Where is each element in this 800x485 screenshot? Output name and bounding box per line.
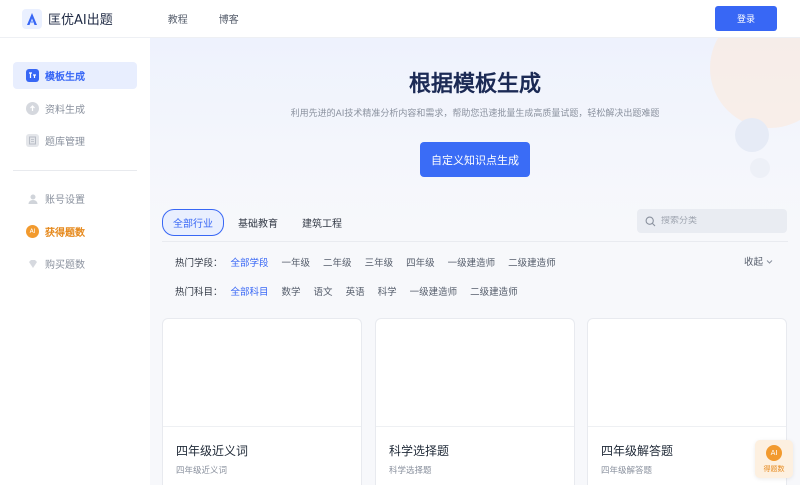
hero-banner: 根据模板生成 利用先进的AI技术精准分析内容和需求，帮助您迅速批量生成高质量试题… [150,38,800,228]
filter-option-stage[interactable]: 二级建造师 [508,255,556,269]
logo[interactable]: 匡优AI出题 [22,8,113,29]
ai-coin-icon: AI [766,444,782,461]
filter-option-subject[interactable]: 全部科目 [231,284,269,298]
search-box[interactable] [637,209,787,233]
sidebar-divider [13,170,137,171]
question-bank-icon [26,134,39,147]
main-content: 根据模板生成 利用先进的AI技术精准分析内容和需求，帮助您迅速批量生成高质量试题… [150,38,800,485]
float-label: 得题数 [763,464,785,473]
sidebar-item-label: 购买题数 [45,260,85,271]
search-icon [645,216,656,226]
decor-circle [750,158,770,178]
login-button[interactable]: 登录 [715,6,777,31]
filter-option-subject[interactable]: 科学 [378,284,397,298]
top-header: 匡优AI出题 教程 博客 登录 [0,0,800,38]
card-description: 四年级近义词 [176,466,228,476]
collapse-label: 收起 [744,257,764,268]
sidebar-item-question-bank[interactable]: 题库管理 [13,127,137,154]
industry-tabs: 全部行业 基础教育 建筑工程 [162,209,366,236]
sidebar-item-template-generate[interactable]: 模板生成 [13,62,137,89]
sidebar-item-label: 账号设置 [45,195,85,206]
sidebar-item-label: 获得题数 [45,228,85,239]
filter-option-stage[interactable]: 四年级 [406,255,435,269]
filter-divider [162,241,788,242]
card-title: 四年级近义词 [176,444,249,458]
top-nav: 教程 博客 [168,11,270,26]
get-questions-float-button[interactable]: AI 得题数 [755,440,793,478]
filter-option-stage[interactable]: 全部学段 [231,255,269,269]
card-title: 四年级解答题 [601,444,674,458]
filter-option-subject[interactable]: 数学 [282,284,301,298]
user-icon [26,192,39,205]
filter-title-subject: 热门科目： [175,287,223,298]
filter-row-subject: 热门科目： 全部科目 数学 语文 英语 科学 一级建造师 二级建造师 [175,284,531,298]
sidebar-item-material-generate[interactable]: 资料生成 [13,95,137,122]
sidebar-item-buy-questions[interactable]: 购买题数 [13,250,137,277]
sidebar-item-get-questions[interactable]: AI 获得题数 [13,218,137,245]
filter-option-subject[interactable]: 语文 [314,284,333,298]
filter-option-subject[interactable]: 二级建造师 [470,284,518,298]
sidebar-item-label: 题库管理 [45,137,85,148]
filter-option-stage[interactable]: 一级建造师 [448,255,496,269]
nav-link-blog[interactable]: 博客 [219,11,239,26]
custom-knowledge-generate-button[interactable]: 自定义知识点生成 [420,142,530,177]
card-thumbnail [163,319,361,427]
decor-circle [735,118,769,152]
logo-icon [22,8,42,29]
template-card[interactable]: 科学选择题 科学选择题 [375,318,575,485]
collapse-toggle[interactable]: 收起 [744,254,774,268]
ai-coin-icon: AI [26,225,39,238]
filter-option-stage[interactable]: 二年级 [323,255,352,269]
template-icon [26,69,39,82]
sidebar-item-account-settings[interactable]: 账号设置 [13,185,137,212]
filter-row-stage: 热门学段： 全部学段 一年级 二年级 三年级 四年级 一级建造师 二级建造师 [175,255,569,269]
tab-all-industries[interactable]: 全部行业 [162,209,224,236]
sidebar: 模板生成 资料生成 题库管理 账号设置 AI 获得题数 购买题数 [0,38,150,485]
tab-basic-education[interactable]: 基础教育 [238,215,278,230]
card-thumbnail [376,319,574,427]
card-title: 科学选择题 [389,444,450,458]
search-input[interactable] [661,216,781,226]
nav-link-tutorial[interactable]: 教程 [168,11,188,26]
filter-option-stage[interactable]: 一年级 [282,255,311,269]
filter-option-stage[interactable]: 三年级 [365,255,394,269]
logo-text: 匡优AI出题 [48,13,113,28]
diamond-icon [26,257,39,270]
card-thumbnail [588,319,786,427]
page-title: 根据模板生成 [408,72,541,97]
template-card[interactable]: 四年级近义词 四年级近义词 [162,318,362,485]
sidebar-item-label: 模板生成 [45,72,85,83]
chevron-down-icon [766,259,773,264]
card-description: 科学选择题 [389,466,432,476]
upload-icon [26,102,39,115]
card-description: 四年级解答题 [601,466,653,476]
filter-title-stage: 热门学段： [175,258,223,269]
tab-construction[interactable]: 建筑工程 [302,215,342,230]
filter-option-subject[interactable]: 英语 [346,284,365,298]
sidebar-item-label: 资料生成 [45,105,85,116]
page-subtitle: 利用先进的AI技术精准分析内容和需求，帮助您迅速批量生成高质量试题，轻松解决出题… [290,109,660,119]
filter-option-subject[interactable]: 一级建造师 [410,284,458,298]
